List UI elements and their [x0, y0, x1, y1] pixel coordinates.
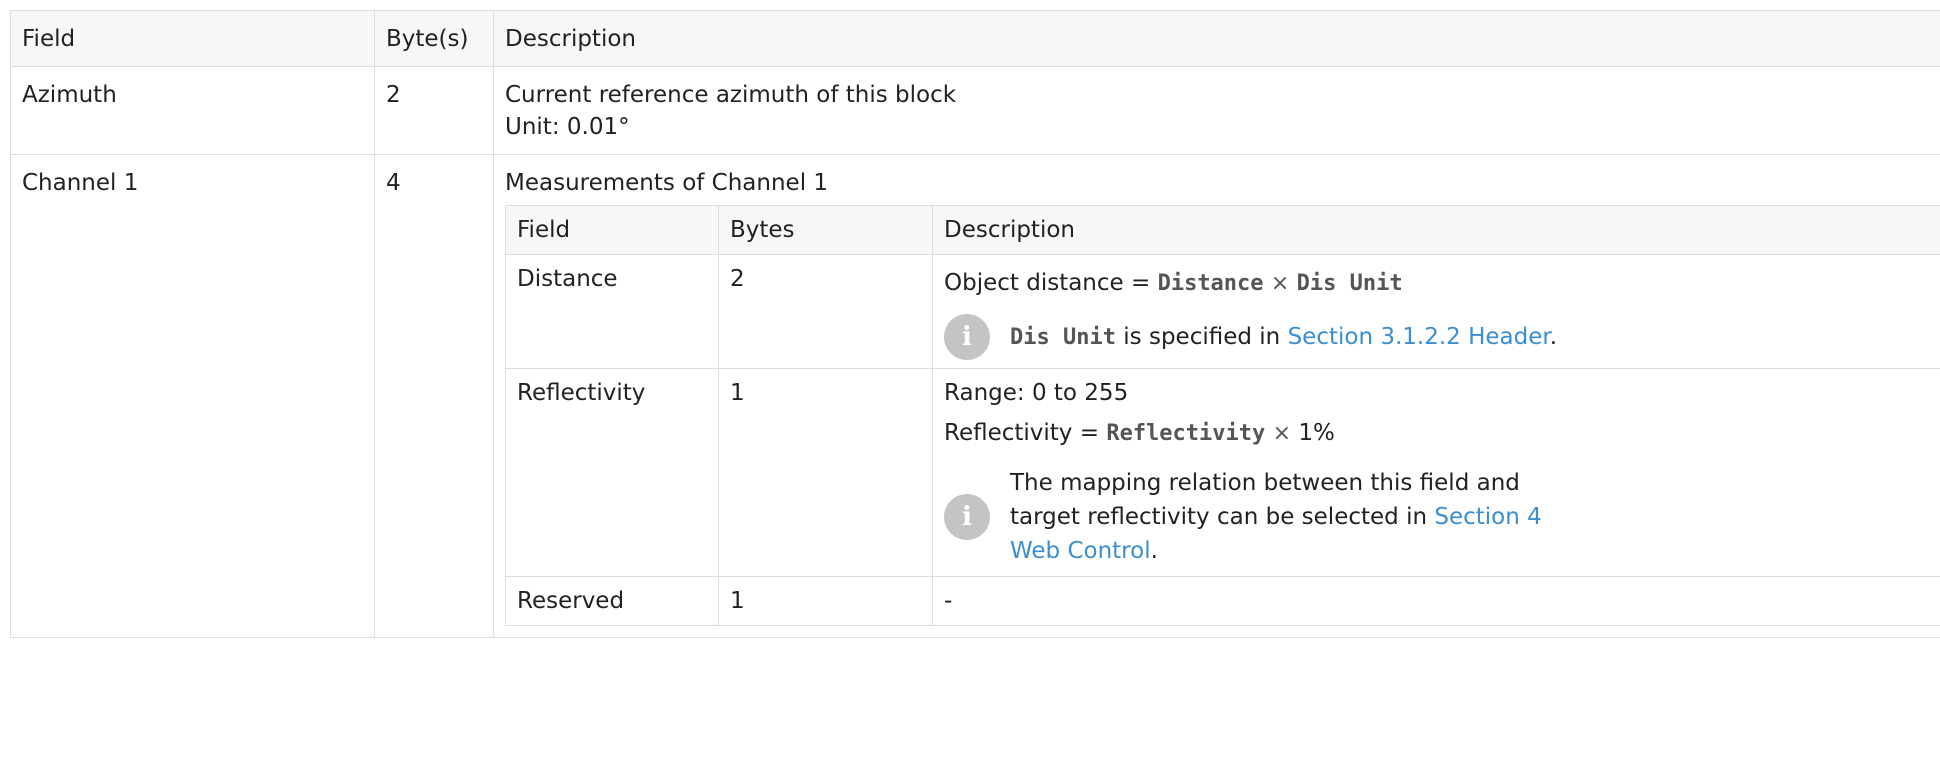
table-row: Reserved 1 -	[505, 576, 1940, 626]
channel-description: Measurements of Channel 1 Field Bytes De…	[493, 154, 1940, 638]
table-row: Reflectivity 1 Range: 0 to 255 Reflectiv…	[505, 368, 1940, 577]
azimuth-field: Azimuth	[10, 66, 375, 155]
info-icon: i	[944, 494, 990, 540]
outer-table: Field Byte(s) Description Azimuth 2 Curr…	[10, 10, 1940, 638]
info-icon: i	[944, 314, 990, 360]
table-row: Distance 2 Object distance = Distance × …	[505, 254, 1940, 369]
note-end: .	[1549, 323, 1558, 350]
reflectivity-range: Range: 0 to 255	[944, 380, 1129, 406]
times-symbol: ×	[1270, 271, 1290, 296]
reserved-description: -	[932, 576, 1940, 626]
inner-header-bytes: Bytes	[718, 205, 933, 255]
reflectivity-formula-prefix: Reflectivity =	[944, 420, 1107, 446]
distance-field: Distance	[505, 254, 719, 369]
reflectivity-description: Range: 0 to 255 Reflectivity = Reflectiv…	[932, 368, 1940, 577]
channel-subtable: Field Bytes Description Distance 2 Objec…	[505, 205, 1940, 626]
outer-header-bytes: Byte(s)	[374, 10, 494, 67]
distance-formula: Object distance = Distance × Dis Unit	[944, 267, 1940, 300]
note-end: .	[1150, 538, 1158, 564]
distance-description: Object distance = Distance × Dis Unit i …	[932, 254, 1940, 369]
reserved-bytes: 1	[718, 576, 933, 626]
times-symbol: ×	[1272, 421, 1292, 446]
table-row: Azimuth 2 Current reference azimuth of t…	[10, 66, 1940, 155]
distance-note-text: Dis Unit is specified in Section 3.1.2.2…	[1010, 320, 1557, 355]
note-text: is specified in	[1115, 323, 1288, 350]
reflectivity-var: Reflectivity	[1106, 421, 1266, 446]
distance-var: Distance	[1157, 271, 1264, 296]
dis-unit-var: Dis Unit	[1296, 271, 1403, 296]
inner-header-field: Field	[505, 205, 719, 255]
reflectivity-bytes: 1	[718, 368, 933, 577]
azimuth-description: Current reference azimuth of this block …	[493, 66, 1940, 155]
azimuth-bytes: 2	[374, 66, 494, 155]
outer-header-description: Description	[493, 10, 1940, 67]
channel-bytes: 4	[374, 154, 494, 638]
outer-header-row: Field Byte(s) Description	[10, 10, 1940, 67]
header-section-link[interactable]: Section 3.1.2.2 Header	[1288, 324, 1550, 350]
azimuth-desc-line2: Unit: 0.01°	[505, 114, 630, 140]
inner-header-row: Field Bytes Description	[505, 205, 1940, 255]
distance-formula-prefix: Object distance =	[944, 270, 1158, 296]
distance-bytes: 2	[718, 254, 933, 369]
outer-header-field: Field	[10, 10, 375, 67]
reflectivity-note: i The mapping relation between this fiel…	[944, 466, 1940, 568]
reserved-field: Reserved	[505, 576, 719, 626]
azimuth-desc-line1: Current reference azimuth of this block	[505, 82, 957, 108]
channel-desc-line1: Measurements of Channel 1	[505, 170, 829, 196]
reflectivity-field: Reflectivity	[505, 368, 719, 577]
note-code: Dis Unit	[1010, 324, 1116, 350]
inner-header-description: Description	[932, 205, 1940, 255]
page: Field Byte(s) Description Azimuth 2 Curr…	[10, 10, 1940, 783]
reflectivity-formula-suffix: 1%	[1291, 420, 1335, 446]
channel-field: Channel 1	[10, 154, 375, 638]
reflectivity-note-text: The mapping relation between this field …	[1010, 466, 1570, 568]
reflectivity-formula: Reflectivity = Reflectivity × 1%	[944, 417, 1940, 450]
distance-note: i Dis Unit is specified in Section 3.1.2…	[944, 314, 1940, 360]
table-row: Channel 1 4 Measurements of Channel 1 Fi…	[10, 154, 1940, 638]
